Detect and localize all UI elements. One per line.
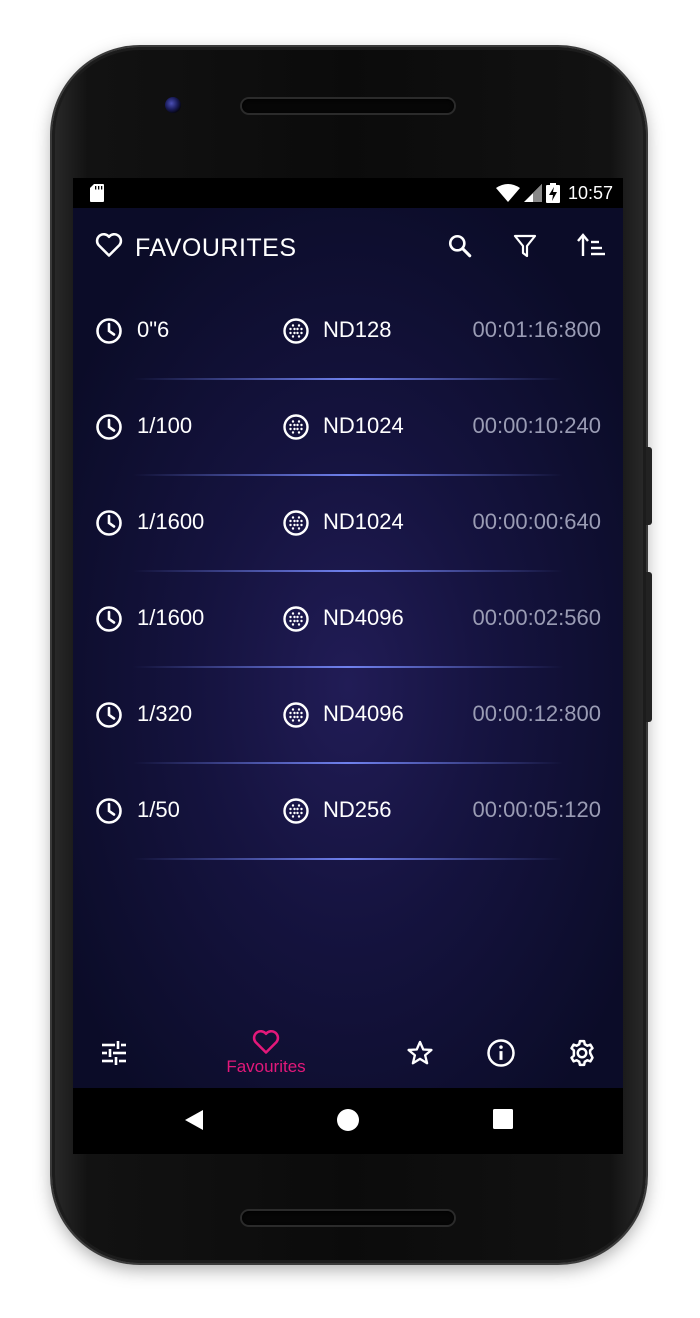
nd-filter-icon [283,606,309,632]
signal-icon [523,184,542,202]
nd-filter: ND4096 [323,605,404,630]
nav-favourites[interactable]: Favourites [213,1018,319,1088]
nd-filter: ND128 [323,317,392,342]
nav-calculator[interactable] [85,1018,143,1088]
volume-rocker [646,572,652,722]
status-bar: 10:57 [73,178,623,208]
back-icon[interactable] [183,1108,205,1132]
sort-button[interactable] [575,230,607,262]
info-icon [487,1039,515,1067]
favourites-list: 0"6 ND128 00:01:16:800 1/100 ND1024 00:0… [73,284,623,860]
gear-icon [570,1039,594,1067]
nd-filter-icon [283,702,309,728]
exposure-duration: 00:00:10:240 [472,413,601,438]
shutter-speed: 1/50 [137,797,180,822]
system-navigation-bar [73,1088,623,1154]
clock-icon [96,414,122,440]
sliders-icon [102,1041,126,1065]
filter-button[interactable] [509,230,541,262]
sd-card-icon [90,184,104,202]
bottom-speaker [242,1211,454,1225]
nav-starred[interactable] [391,1018,449,1088]
list-item[interactable]: 0"6 ND128 00:01:16:800 [73,284,623,380]
nav-settings[interactable] [553,1018,611,1088]
wifi-icon [495,184,520,202]
nav-favourites-label: Favourites [226,1057,306,1076]
clock-icon [96,606,122,632]
battery-charging-icon [545,183,560,203]
nd-filter: ND1024 [323,413,404,438]
list-item[interactable]: 1/100 ND1024 00:00:10:240 [73,380,623,476]
exposure-duration: 00:00:12:800 [472,701,601,726]
page-title: FAVOURITES [135,234,297,262]
clock-icon [96,798,122,824]
divider [133,858,563,860]
search-button[interactable] [444,230,476,262]
clock-icon [96,702,122,728]
list-item[interactable]: 1/320 ND4096 00:00:12:800 [73,668,623,764]
bottom-navigation: Favourites [73,1018,623,1088]
shutter-speed: 1/100 [137,413,193,438]
nd-filter: ND4096 [323,701,404,726]
exposure-duration: 00:00:00:640 [472,509,601,534]
app-screen: 10:57 FAVOURITES 0"6 ND128 00:01:16:800 … [73,178,623,1154]
heart-icon [95,232,123,257]
nd-filter: ND1024 [323,509,404,534]
exposure-duration: 00:00:05:120 [472,797,601,822]
home-icon[interactable] [336,1108,360,1132]
nd-filter-icon [283,510,309,536]
search-icon [448,234,472,258]
nd-filter-icon [283,318,309,344]
nd-filter-icon [283,414,309,440]
nd-filter: ND256 [323,797,392,822]
clock-icon [96,318,122,344]
sort-icon [577,233,605,256]
shutter-speed: 1/1600 [137,605,205,630]
list-item[interactable]: 1/1600 ND1024 00:00:00:640 [73,476,623,572]
list-item[interactable]: 1/50 ND256 00:00:05:120 [73,764,623,860]
top-speaker [242,99,454,113]
exposure-duration: 00:01:16:800 [472,317,601,342]
recents-icon[interactable] [492,1108,514,1130]
shutter-speed: 0"6 [137,317,170,342]
list-item[interactable]: 1/1600 ND4096 00:00:02:560 [73,572,623,668]
exposure-duration: 00:00:02:560 [472,605,601,630]
heart-icon [252,1029,280,1054]
filter-icon [513,234,537,258]
status-clock: 10:57 [567,182,613,203]
shutter-speed: 1/320 [137,701,193,726]
app-bar: FAVOURITES [73,208,623,288]
clock-icon [96,510,122,536]
power-button [646,447,652,525]
nav-info[interactable] [472,1018,530,1088]
front-camera [165,97,181,113]
nd-filter-icon [283,798,309,824]
shutter-speed: 1/1600 [137,509,205,534]
star-icon [407,1040,433,1065]
